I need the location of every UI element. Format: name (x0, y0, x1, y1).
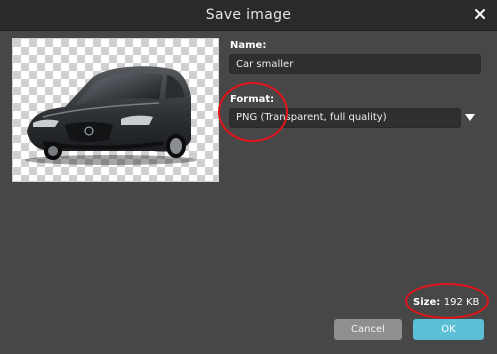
format-label: Format: (230, 94, 275, 105)
image-preview (12, 38, 219, 182)
dialog-title: Save image (205, 7, 292, 23)
cancel-button[interactable]: Cancel (334, 319, 402, 340)
size-value: 192 KB (443, 297, 480, 308)
dialog-titlebar: Save image (0, 0, 497, 31)
name-input[interactable] (229, 54, 481, 74)
size-label: Size: (413, 297, 441, 308)
close-icon[interactable] (472, 6, 488, 22)
car-preview-image (13, 39, 218, 181)
ok-button[interactable]: OK (413, 319, 484, 340)
format-select[interactable]: PNG (Transparent, full quality) (229, 108, 461, 128)
file-size: Size: 192 KB (413, 297, 479, 308)
name-label: Name: (230, 40, 267, 51)
chevron-down-icon[interactable] (465, 114, 475, 122)
